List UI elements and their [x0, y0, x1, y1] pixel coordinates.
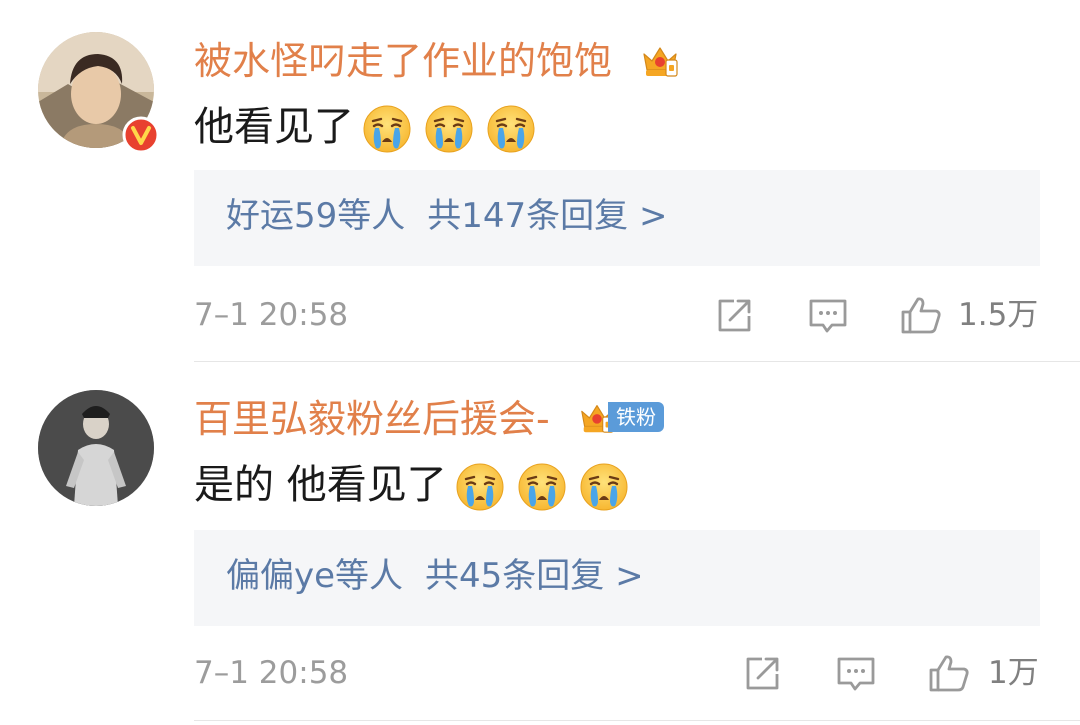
crying-emoji-icon	[517, 462, 567, 512]
comment-text: 是的 他看见了	[194, 462, 629, 512]
crying-emoji-icon	[455, 462, 505, 512]
replies-preview-users: 偏偏ye等人	[226, 556, 404, 596]
like-count: 1万	[988, 655, 1039, 691]
replies-total[interactable]: 共45条回复 >	[425, 556, 644, 596]
verified-v-icon	[122, 116, 160, 154]
replies-preview-box[interactable]: 好运59等人 共147条回复 >	[194, 170, 1040, 266]
username[interactable]: 百里弘毅粉丝后援会-	[194, 400, 550, 438]
crying-emoji-icon	[362, 104, 412, 154]
comment-time: 7–1 20:58	[194, 297, 349, 333]
avatar[interactable]	[38, 390, 154, 506]
crown-icon	[640, 40, 680, 80]
share-icon[interactable]	[714, 296, 754, 336]
crying-emoji-icon	[579, 462, 629, 512]
comment-icon[interactable]	[808, 296, 848, 336]
comment-body: 是的 他看见了	[194, 462, 447, 508]
like-thumb-icon[interactable]	[900, 295, 942, 335]
replies-preview-box[interactable]: 偏偏ye等人 共45条回复 >	[194, 530, 1040, 626]
like-count: 1.5万	[958, 297, 1039, 333]
crying-emoji-icon	[486, 104, 536, 154]
fan-badge-label: 铁粉	[616, 405, 656, 429]
comment-text: 他看见了	[194, 104, 536, 154]
comment-item: 百里弘毅粉丝后援会- 铁粉 是的 他看见了 偏偏ye等人 共45条回复 > 7–1…	[0, 362, 1080, 725]
replies-preview-users: 好运59等人	[226, 196, 406, 236]
share-icon[interactable]	[742, 654, 782, 694]
crying-emoji-icon	[424, 104, 474, 154]
comment-item: 被水怪叼走了作业的饱饱 他看见了 好运59等人 共147条回复 > 7–1 20:…	[0, 0, 1080, 362]
comment-icon[interactable]	[836, 654, 876, 694]
replies-link[interactable]: 偏偏ye等人 共45条回复 >	[226, 559, 644, 593]
comment-body: 他看见了	[194, 104, 354, 150]
username[interactable]: 被水怪叼走了作业的饱饱	[194, 42, 612, 80]
divider	[194, 720, 1080, 721]
like-thumb-icon[interactable]	[928, 653, 970, 693]
replies-link[interactable]: 好运59等人 共147条回复 >	[226, 199, 667, 233]
comment-time: 7–1 20:58	[194, 655, 349, 691]
replies-total[interactable]: 共147条回复 >	[427, 196, 667, 236]
fan-badge: 铁粉	[608, 402, 664, 432]
